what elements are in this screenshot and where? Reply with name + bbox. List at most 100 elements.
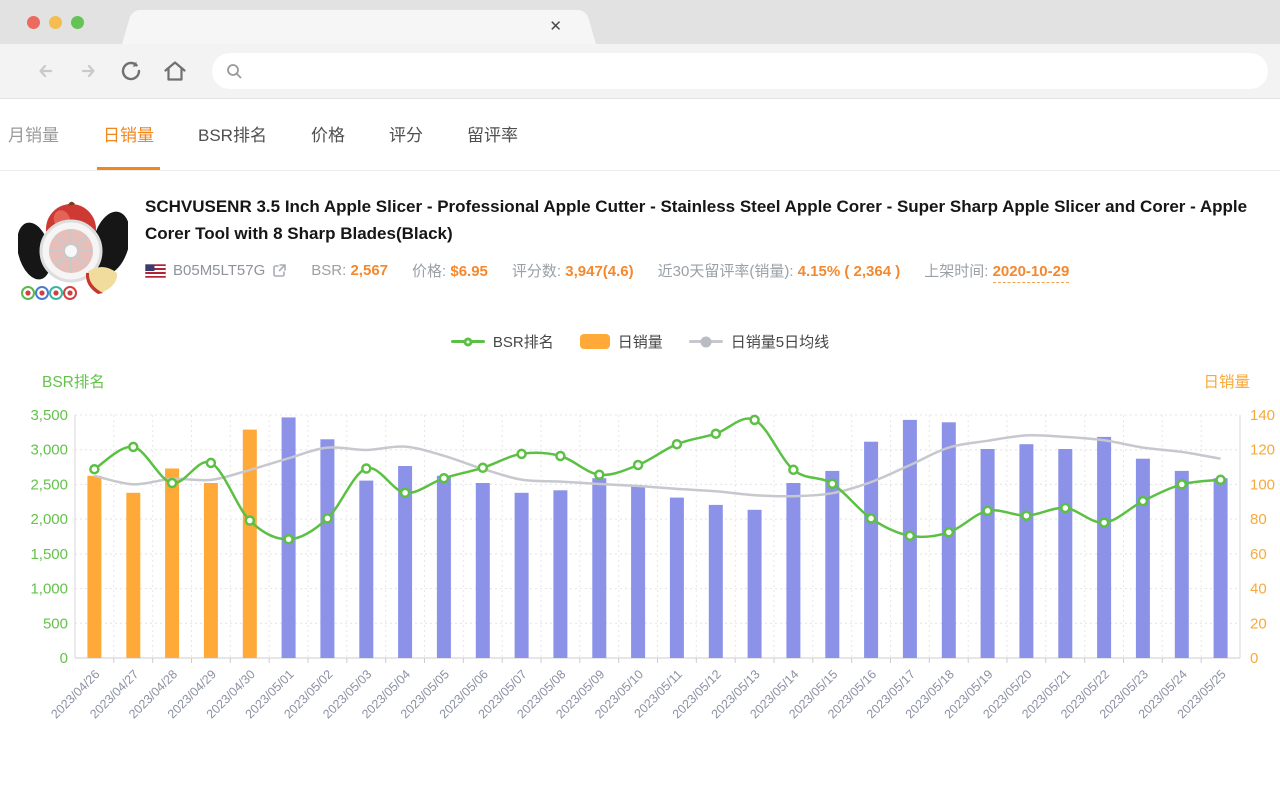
browser-tab[interactable]: ✕	[140, 10, 578, 44]
tab-rating[interactable]: 评分	[383, 99, 429, 170]
sales-bar[interactable]	[87, 475, 102, 658]
sales-bar[interactable]	[320, 439, 335, 658]
tab-close-icon[interactable]: ✕	[549, 17, 562, 37]
stat-listing-date[interactable]: 上架时间: 2020-10-29	[924, 260, 1070, 283]
forward-icon[interactable]	[76, 59, 100, 83]
bsr-point[interactable]	[128, 441, 139, 453]
sales-bar[interactable]	[941, 422, 956, 658]
search-icon	[227, 64, 242, 79]
bsr-point[interactable]	[982, 505, 993, 517]
sales-bar[interactable]	[1019, 444, 1034, 658]
sales-bar[interactable]	[553, 490, 568, 658]
sales-bar[interactable]	[359, 480, 374, 658]
bsr-point[interactable]	[244, 515, 256, 526]
stat-value: 2,567	[350, 262, 389, 279]
sales-bar[interactable]	[514, 492, 529, 658]
bsr-point[interactable]	[399, 487, 411, 499]
sales-bar[interactable]	[1213, 478, 1228, 658]
bsr-point[interactable]	[710, 428, 722, 439]
bsr-point[interactable]	[1215, 474, 1226, 486]
external-link-icon[interactable]	[272, 263, 287, 278]
browser-tabstrip: ✕	[0, 0, 1280, 44]
tab-daily-sales[interactable]: 日销量	[97, 99, 160, 170]
us-flag-icon	[145, 263, 166, 278]
sales-bar[interactable]	[165, 468, 180, 659]
sales-bar[interactable]	[1135, 458, 1150, 658]
home-icon[interactable]	[162, 58, 188, 84]
sales-bar[interactable]	[980, 449, 995, 658]
tab-bsr-rank[interactable]: BSR排名	[192, 99, 273, 170]
sales-bar[interactable]	[475, 483, 490, 658]
x-axis-labels: 2023/04/262023/04/272023/04/282023/04/29…	[48, 667, 1228, 721]
close-window-button[interactable]	[27, 16, 40, 29]
sales-bar[interactable]	[747, 509, 762, 658]
tab-monthly-sales[interactable]: 月销量	[2, 99, 65, 170]
sales-bar[interactable]	[1097, 436, 1112, 658]
bsr-point[interactable]	[943, 527, 955, 538]
bsr-point[interactable]	[205, 457, 217, 469]
bsr-point[interactable]	[516, 448, 527, 460]
stat-label: BSR:	[311, 262, 351, 279]
sales-bar[interactable]	[825, 470, 840, 658]
product-header: SCHVUSENR 3.5 Inch Apple Slicer - Profes…	[0, 171, 1280, 305]
legend-line-swatch	[450, 337, 485, 346]
bsr-point[interactable]	[1137, 495, 1149, 507]
bsr-point[interactable]	[1176, 479, 1188, 490]
reload-icon[interactable]	[118, 58, 144, 84]
bsr-point[interactable]	[477, 462, 489, 474]
sales-bar[interactable]	[126, 492, 141, 658]
sales-bar[interactable]	[786, 483, 801, 658]
stat-label: 价格:	[412, 263, 451, 280]
product-image[interactable]	[18, 193, 128, 305]
bsr-point[interactable]	[632, 459, 644, 471]
legend-item-line-bsr[interactable]: BSR排名	[450, 331, 554, 352]
legend-marker-dot	[463, 337, 473, 346]
bsr-point[interactable]	[283, 534, 294, 545]
right-axis-tick-label: 80	[1250, 511, 1267, 528]
back-icon[interactable]	[34, 59, 58, 83]
browser-navbar	[0, 44, 1280, 99]
asin-value[interactable]: B05M5LT57G	[173, 262, 265, 279]
right-axis-tick-label: 60	[1250, 546, 1267, 563]
sales-bar[interactable]	[864, 441, 879, 658]
sales-bar[interactable]	[1058, 449, 1073, 658]
stat-price: 价格: $6.95	[412, 260, 488, 281]
bsr-point[interactable]	[438, 472, 450, 484]
bsr-point[interactable]	[1060, 502, 1071, 514]
sales-bar[interactable]	[592, 478, 607, 658]
minimize-window-button[interactable]	[49, 16, 62, 29]
sales-bar[interactable]	[436, 475, 451, 658]
tab-price[interactable]: 价格	[305, 99, 351, 170]
bsr-point[interactable]	[1021, 510, 1032, 521]
bsr-point[interactable]	[749, 414, 760, 426]
sales-bar[interactable]	[708, 504, 723, 658]
bsr-point[interactable]	[671, 438, 683, 450]
legend-item-bar-sales[interactable]: 日销量	[579, 331, 663, 352]
bsr-point[interactable]	[904, 530, 916, 542]
window-controls	[27, 16, 84, 29]
bsr-point[interactable]	[166, 477, 178, 489]
right-axis-tick-label: 20	[1250, 615, 1267, 632]
address-bar[interactable]	[212, 53, 1268, 89]
bsr-point[interactable]	[89, 463, 100, 475]
sales-bar[interactable]	[242, 429, 257, 658]
zoom-window-button[interactable]	[71, 16, 84, 29]
left-axis-tick-label: 3,500	[30, 407, 68, 424]
sales-bar[interactable]	[1174, 470, 1189, 658]
bsr-point[interactable]	[865, 513, 877, 524]
bsr-point[interactable]	[322, 513, 333, 524]
legend-label: 日销量	[617, 334, 663, 351]
sales-bar[interactable]	[203, 483, 218, 658]
stat-label: 上架时间:	[924, 263, 993, 280]
bsr-point[interactable]	[827, 478, 838, 489]
tab-review-rate[interactable]: 留评率	[461, 99, 524, 170]
bsr-point[interactable]	[555, 450, 566, 462]
legend-item-line-sales[interactable]: 日销量5日均线	[688, 331, 829, 352]
sales-bar[interactable]	[669, 497, 684, 658]
bsr-point[interactable]	[594, 469, 605, 480]
bsr-point[interactable]	[361, 463, 372, 474]
sales-bar[interactable]	[631, 485, 646, 659]
bsr-point[interactable]	[788, 464, 799, 476]
right-axis-tick-label: 0	[1250, 650, 1258, 667]
bsr-point[interactable]	[1098, 517, 1110, 528]
